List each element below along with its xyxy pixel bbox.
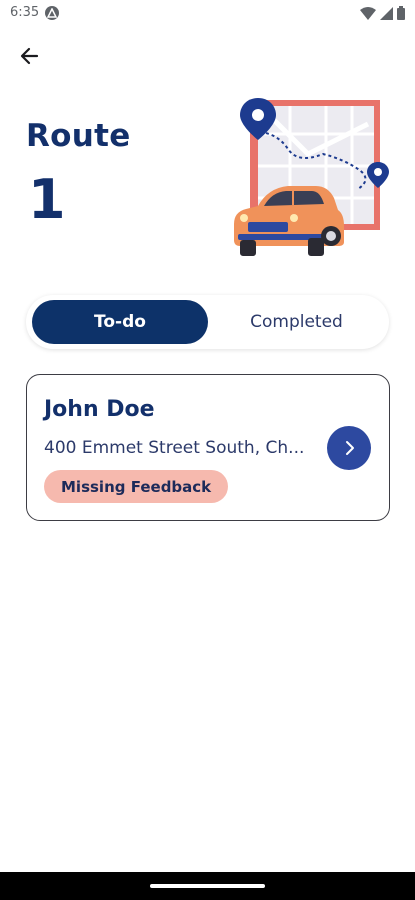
wifi-icon [360,6,376,20]
stop-name: John Doe [44,397,155,422]
chevron-right-icon [346,441,354,455]
stop-card[interactable]: John Doe 400 Emmet Street South, Ch... M… [26,374,390,521]
status-badge: Missing Feedback [44,470,229,503]
stop-address: 400 Emmet Street South, Ch... [44,438,305,458]
notification-icon [45,6,59,20]
status-bar: 6:35 [0,0,415,28]
open-stop-button[interactable] [327,426,371,470]
battery-icon [397,6,405,20]
map-car-illustration [234,98,389,256]
route-status-tabs: To-do Completed [26,295,389,349]
tab-to-do[interactable]: To-do [32,300,208,344]
system-nav-bar [0,872,415,900]
home-indicator[interactable] [150,884,265,888]
route-number: 1 [28,168,66,231]
arrow-left-icon [20,47,39,65]
status-icons [360,6,405,20]
tab-completed[interactable]: Completed [210,300,383,344]
status-time: 6:35 [10,5,40,20]
route-title: Route [26,118,131,154]
cell-signal-icon [380,6,393,20]
back-button[interactable] [16,42,44,70]
